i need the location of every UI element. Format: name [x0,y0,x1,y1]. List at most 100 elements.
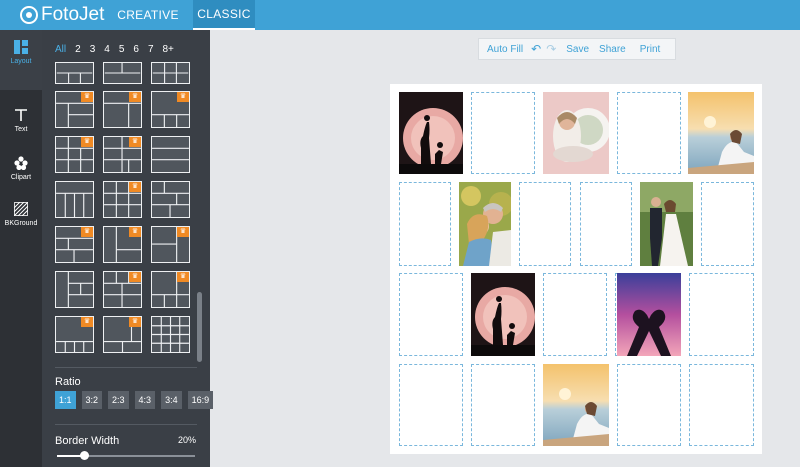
filter-5[interactable]: 5 [119,44,125,55]
empty-photo-slot[interactable] [701,182,754,266]
layout-count-filters: All 2 3 4 5 6 7 8+ [55,44,174,55]
photo-silhouette-moon[interactable] [471,273,535,356]
rail-item-background[interactable]: BKGround [0,192,42,252]
layout-template-premium[interactable]: ♛ [103,181,142,218]
photo-wedding-couple[interactable] [640,182,693,266]
ratio-options: 1:1 3:2 2:3 4:3 3:4 16:9 [55,391,214,409]
crown-icon: ♛ [81,137,93,147]
layout-template[interactable] [55,271,94,308]
ratio-title: Ratio [55,376,81,388]
text-icon [15,109,27,121]
layout-panel: All 2 3 4 5 6 7 8+ ♛ ♛ ♛ ♛ ♛ ♛ ♛ ♛ ♛ ♛ ♛… [42,30,214,467]
empty-photo-slot[interactable] [543,273,607,356]
photo-seaside-woman[interactable] [543,364,609,446]
redo-icon[interactable]: ↷ [544,42,561,56]
border-width-title: Border Width [55,435,120,447]
layout-template[interactable] [151,62,190,84]
ratio-1-1[interactable]: 1:1 [55,391,76,409]
clipart-icon [14,156,28,170]
auto-fill-button[interactable]: Auto Fill [479,44,528,55]
slider-knob[interactable] [80,451,90,460]
logo-ring-icon [20,6,38,24]
crown-icon: ♛ [177,272,189,282]
divider [55,424,197,425]
rail-label: Layout [10,58,32,65]
border-width-slider[interactable] [57,451,195,460]
filter-8-plus[interactable]: 8+ [163,44,174,55]
layout-template-premium[interactable]: ♛ [151,271,190,308]
layout-template[interactable] [103,62,142,84]
empty-photo-slot[interactable] [689,364,754,446]
logo-text: FotoJet [41,4,105,25]
rail-label: BKGround [4,220,38,227]
layout-template[interactable] [151,316,190,353]
layout-template-premium[interactable]: ♛ [151,226,190,263]
layout-icon [14,40,28,54]
ratio-3-4[interactable]: 3:4 [161,391,182,409]
ratio-3-2[interactable]: 3:2 [81,391,103,409]
crown-icon: ♛ [129,92,141,102]
layout-template-premium[interactable]: ♛ [55,316,94,353]
nav-classic[interactable]: CLASSIC [193,0,255,30]
empty-photo-slot[interactable] [399,273,463,356]
empty-photo-slot[interactable] [471,364,535,446]
print-button[interactable]: Print [631,44,666,55]
empty-photo-slot[interactable] [519,182,571,266]
empty-photo-slot[interactable] [580,182,632,266]
filter-6[interactable]: 6 [133,44,139,55]
crown-icon: ♛ [81,92,93,102]
layout-template-premium[interactable]: ♛ [55,226,94,263]
border-width-value: 20% [178,435,197,445]
layout-template-premium[interactable]: ♛ [103,271,142,308]
filter-4[interactable]: 4 [104,44,110,55]
filter-2[interactable]: 2 [75,44,81,55]
ratio-4-3[interactable]: 4:3 [134,391,156,409]
crown-icon: ♛ [177,227,189,237]
photo-heart-hands[interactable] [617,273,681,356]
crown-icon: ♛ [129,227,141,237]
rail-item-layout[interactable]: Layout [0,30,42,90]
crown-icon: ♛ [129,182,141,192]
empty-photo-slot[interactable] [471,92,535,174]
layout-template-premium[interactable]: ♛ [151,91,190,128]
layout-template-premium[interactable]: ♛ [103,316,142,353]
layout-template[interactable] [55,181,94,218]
filter-all[interactable]: All [55,44,66,55]
empty-photo-slot[interactable] [617,92,681,174]
top-bar: FotoJet CREATIVE CLASSIC [0,0,800,30]
background-icon [14,202,28,216]
panel-scrollbar[interactable] [197,292,202,362]
ratio-2-3[interactable]: 2:3 [108,391,129,409]
filter-3[interactable]: 3 [90,44,96,55]
layout-template[interactable] [151,181,190,218]
crown-icon: ♛ [129,272,141,282]
layout-template[interactable] [151,136,190,173]
layout-template-premium[interactable]: ♛ [103,91,142,128]
save-button[interactable]: Save [561,44,594,55]
empty-photo-slot[interactable] [399,182,451,266]
photo-silhouette-moon[interactable] [399,92,463,174]
fotojet-logo[interactable]: FotoJet [20,4,104,26]
collage-canvas [390,84,762,454]
photo-couple-hug[interactable] [543,92,609,174]
crown-icon: ♛ [177,92,189,102]
layout-template[interactable] [55,62,94,84]
layout-template-premium[interactable]: ♛ [55,136,94,173]
share-button[interactable]: Share [594,44,631,55]
nav-creative[interactable]: CREATIVE [110,0,186,30]
rail-label: Clipart [10,174,32,181]
layout-template-premium[interactable]: ♛ [103,226,142,263]
empty-photo-slot[interactable] [617,364,681,446]
empty-photo-slot[interactable] [399,364,463,446]
filter-7[interactable]: 7 [148,44,154,55]
photo-seaside-woman[interactable] [688,92,754,174]
empty-photo-slot[interactable] [689,273,754,356]
crown-icon: ♛ [81,317,93,327]
undo-icon[interactable]: ↶ [528,42,544,56]
ratio-16-9[interactable]: 16:9 [187,391,214,409]
layout-template-premium[interactable]: ♛ [103,136,142,173]
tool-rail: Layout Text Clipart BKGround [0,30,42,467]
layout-template-premium[interactable]: ♛ [55,91,94,128]
crown-icon: ♛ [129,137,141,147]
photo-smiling-couple[interactable] [459,182,511,266]
